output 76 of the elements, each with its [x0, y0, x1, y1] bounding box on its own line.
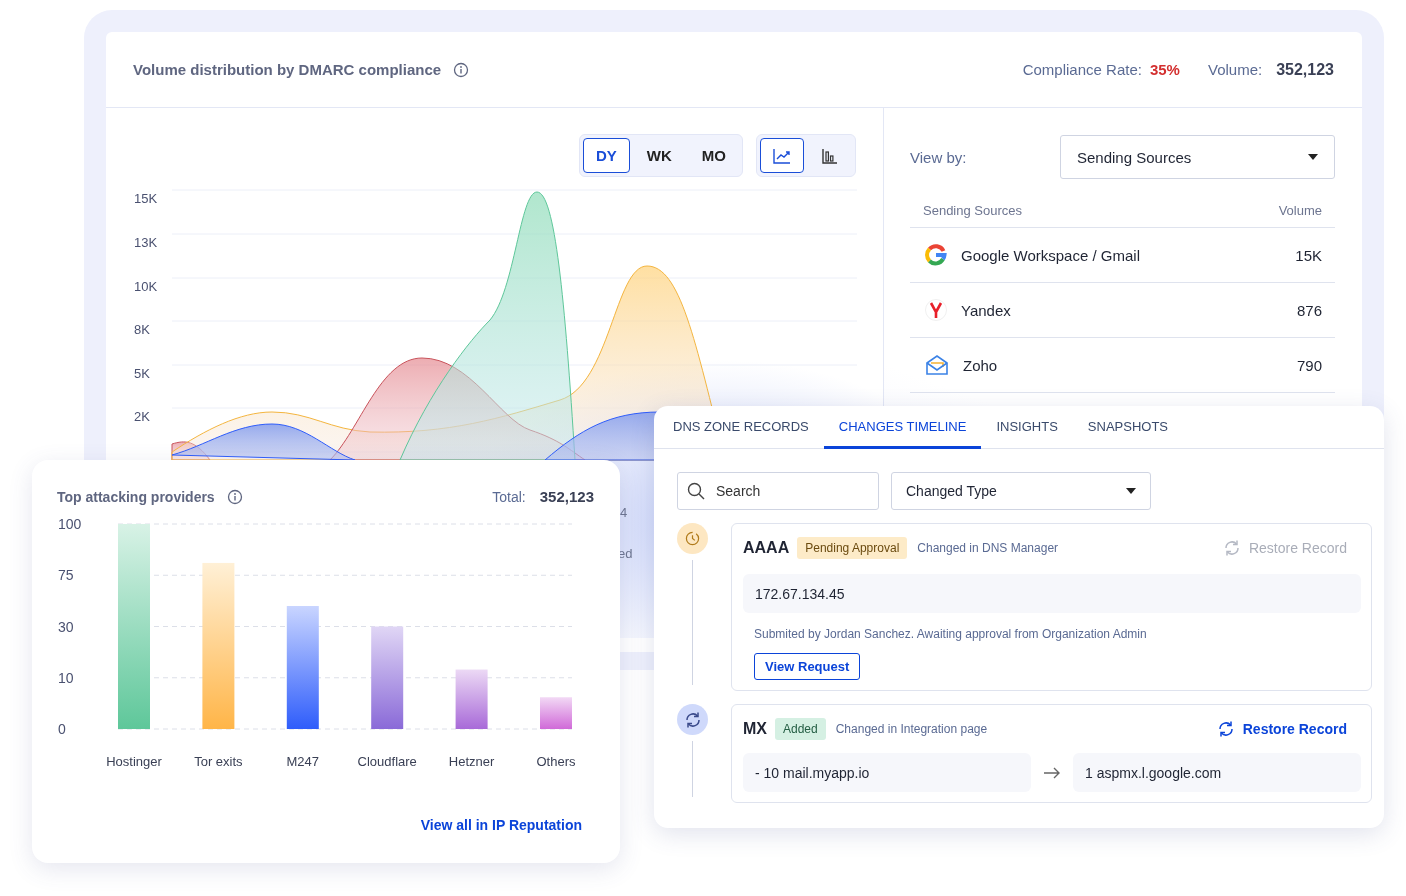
- changed-type-dropdown[interactable]: Changed Type: [891, 472, 1151, 510]
- axis-label: Others: [536, 754, 576, 769]
- period-tab[interactable]: DY: [583, 138, 630, 173]
- table-cell-text: Yandex: [961, 301, 1012, 319]
- info-icon[interactable]: [226, 488, 243, 505]
- period-tab[interactable]: MO: [688, 138, 739, 173]
- view-request-button[interactable]: View Request: [754, 653, 861, 680]
- arrow-icon: [1043, 766, 1061, 779]
- axis-label: Cloudflare: [357, 754, 417, 769]
- old-value: - 10 mail.myapp.io: [743, 753, 1031, 792]
- axis-label: M247: [286, 754, 320, 769]
- column-header: Volume: [1278, 203, 1322, 220]
- search-field[interactable]: Search: [677, 472, 879, 510]
- card-title: Top attacking providers: [57, 488, 215, 505]
- stat-label: Volume:: [1207, 61, 1263, 78]
- stat-label: Total:: [492, 488, 526, 505]
- axis-label: Hostinger: [106, 754, 162, 769]
- envelope-icon: [925, 353, 949, 377]
- tab[interactable]: DNS ZONE RECORDS: [658, 406, 824, 449]
- bar: [455, 669, 488, 729]
- partial-text: 4: [620, 505, 628, 520]
- record-value: 172.67.134.45: [743, 574, 1361, 613]
- restore-button[interactable]: Restore Record: [1210, 719, 1361, 739]
- table-cell-text: Google Workspace / Gmail: [961, 246, 1141, 264]
- record-type: AAAA: [743, 539, 790, 557]
- search-icon: [687, 482, 705, 500]
- table-cell: 15K: [1295, 246, 1322, 264]
- column-header: Sending Sources: [923, 203, 1022, 220]
- axis-label: 0: [58, 721, 66, 737]
- info-icon[interactable]: [453, 61, 470, 78]
- axis-label: 15K: [134, 191, 158, 206]
- axis-label: Hetzner: [448, 754, 495, 769]
- stat-value: 352,123: [539, 488, 594, 505]
- clock-icon: [685, 531, 700, 546]
- google-logo-icon: [925, 244, 947, 266]
- axis-label: 2K: [134, 409, 150, 424]
- stat-value: 352,123: [1276, 60, 1334, 79]
- table-cell: 790: [1296, 356, 1322, 374]
- axis-label: Tor exits: [194, 754, 243, 769]
- view-by-dropdown[interactable]: Sending Sources: [1060, 135, 1335, 179]
- change-source: Changed in DNS Manager: [917, 541, 1059, 555]
- sync-icon: [683, 710, 702, 729]
- change-source: Changed in Integration page: [835, 722, 988, 736]
- stat-label: Compliance Rate:: [1022, 61, 1142, 78]
- axis-label: 10K: [134, 279, 158, 294]
- axis-label: 5K: [134, 366, 150, 381]
- axis-label: 10: [58, 669, 74, 686]
- refresh-icon: [1222, 539, 1241, 557]
- stat-value: 35%: [1149, 61, 1180, 78]
- axis-label: 30: [58, 618, 74, 635]
- status-badge: Added: [775, 718, 826, 740]
- tab[interactable]: CHANGES TIMELINE: [823, 406, 982, 449]
- table-cell-text: Zoho: [963, 356, 999, 374]
- bar: [540, 697, 572, 729]
- tab[interactable]: INSIGHTS: [981, 406, 1073, 449]
- approval-note: Submited by Jordan Sanchez. Awaiting approval from Organization Admin: [754, 627, 1148, 641]
- field-label: View by:: [910, 148, 968, 166]
- new-value: 1 aspmx.l.google.com: [1073, 753, 1361, 792]
- bar-chart-icon: [822, 147, 838, 164]
- tab[interactable]: SNAPSHOTS: [1072, 406, 1183, 449]
- axis-label: 100: [58, 516, 82, 532]
- record-type: MX: [743, 720, 767, 738]
- chart-type-button[interactable]: [760, 138, 804, 173]
- caret-icon: [1308, 154, 1318, 160]
- axis-label: 13K: [134, 235, 158, 250]
- ip-reputation-link[interactable]: View all in IP Reputation: [420, 817, 582, 833]
- yandex-logo-icon: [925, 299, 947, 321]
- panel-title: Volume distribution by DMARC compliance: [133, 61, 442, 78]
- axis-label: 75: [58, 567, 74, 584]
- status-badge: Pending Approval: [797, 537, 908, 559]
- axis-label: 8K: [134, 322, 150, 337]
- table-cell: 876: [1296, 301, 1322, 319]
- refresh-icon: [1216, 720, 1235, 738]
- line-chart-icon: [773, 147, 791, 164]
- caret-icon: [1126, 488, 1136, 494]
- period-tab[interactable]: WK: [633, 138, 685, 173]
